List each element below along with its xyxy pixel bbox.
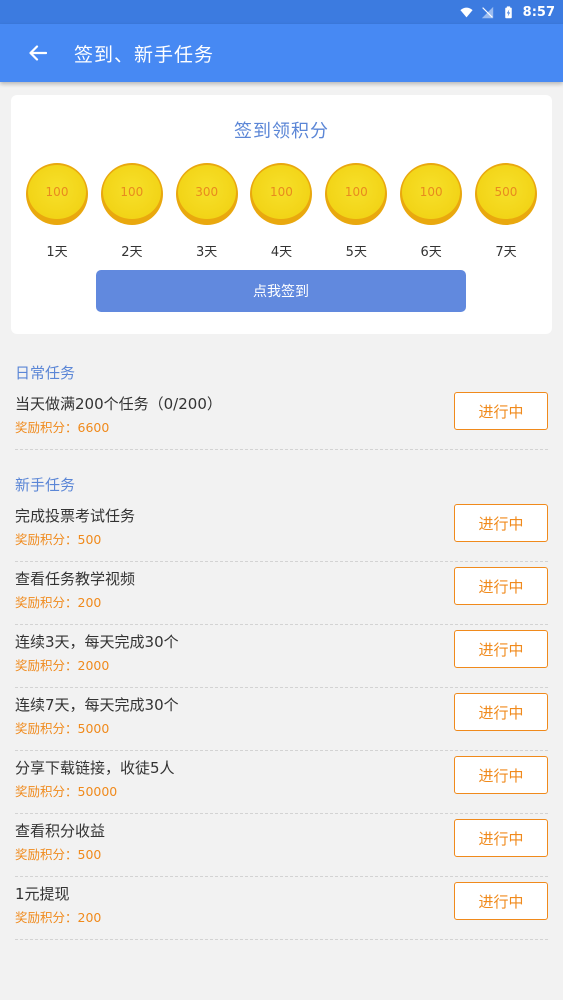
task-name: 查看任务教学视频 [15, 570, 136, 588]
task-name: 连续7天，每天完成30个 [15, 696, 179, 714]
task-status-button[interactable]: 进行中 [454, 392, 548, 430]
task-status-button[interactable]: 进行中 [454, 756, 548, 794]
day-label: 6天 [420, 245, 442, 260]
task-name: 查看积分收益 [15, 822, 106, 840]
task-name: 1元提现 [15, 885, 70, 903]
app-bar: 签到、新手任务 [0, 24, 563, 82]
arrow-left-icon [29, 45, 47, 61]
task-name: 完成投票考试任务 [15, 507, 136, 525]
coin-icon: 100 [325, 163, 388, 225]
coin-points: 100 [402, 165, 461, 219]
no-signal-icon [481, 6, 493, 18]
checkin-day-5: 100 5天 [325, 163, 388, 260]
task-status-button[interactable]: 进行中 [454, 567, 548, 605]
task-status-button[interactable]: 进行中 [454, 819, 548, 857]
task-row: 1元提现 奖励积分：200 进行中 [15, 876, 548, 940]
task-row: 分享下载链接，收徒5人 奖励积分：50000 进行中 [15, 750, 548, 814]
day-label: 1天 [46, 245, 68, 260]
checkin-days: 100 1天 100 2天 300 3天 100 4天 100 5天 100 6… [11, 163, 552, 260]
checkin-day-4: 100 4天 [250, 163, 313, 260]
task-name: 连续3天，每天完成30个 [15, 633, 179, 651]
day-label: 4天 [270, 245, 293, 260]
section-title-newbie: 新手任务 [15, 476, 76, 494]
page-title: 签到、新手任务 [74, 43, 215, 66]
battery-icon [504, 5, 512, 18]
coin-icon: 500 [474, 163, 537, 225]
task-reward: 奖励积分：500 [15, 532, 102, 547]
task-row: 当天做满200个任务（0/200） 奖励积分：6600 进行中 [15, 386, 548, 450]
task-reward: 奖励积分：2000 [15, 658, 110, 673]
task-reward: 奖励积分：200 [15, 910, 102, 925]
task-name: 当天做满200个任务（0/200） [15, 395, 222, 413]
task-reward: 奖励积分：50000 [15, 784, 118, 799]
coin-points: 500 [476, 165, 535, 219]
section-title-daily: 日常任务 [15, 364, 76, 382]
task-reward: 奖励积分：200 [15, 595, 102, 610]
task-status-button[interactable]: 进行中 [454, 882, 548, 920]
checkin-button[interactable]: 点我签到 [96, 270, 466, 312]
task-row: 连续7天，每天完成30个 奖励积分：5000 进行中 [15, 687, 548, 751]
task-reward: 奖励积分：5000 [15, 721, 110, 736]
coin-icon: 100 [250, 163, 313, 225]
back-button[interactable] [22, 37, 54, 69]
coin-points: 300 [177, 165, 236, 219]
task-status-button[interactable]: 进行中 [454, 630, 548, 668]
day-label: 5天 [345, 245, 367, 260]
task-status-button[interactable]: 进行中 [454, 504, 548, 542]
coin-icon: 100 [400, 163, 463, 225]
checkin-day-1: 100 1天 [26, 163, 88, 260]
task-row: 查看积分收益 奖励积分：500 进行中 [15, 813, 548, 877]
checkin-day-2: 100 2天 [100, 163, 163, 260]
status-bar: 8:57 [0, 0, 563, 24]
task-reward: 奖励积分：500 [15, 847, 102, 862]
coin-icon: 100 [100, 163, 163, 225]
wifi-icon [460, 7, 473, 17]
day-label: 3天 [196, 245, 218, 260]
coin-points: 100 [28, 165, 86, 219]
task-row: 完成投票考试任务 奖励积分：500 进行中 [15, 498, 548, 562]
checkin-day-3: 300 3天 [175, 163, 238, 260]
day-label: 2天 [121, 245, 143, 260]
task-status-button[interactable]: 进行中 [454, 693, 548, 731]
coin-points: 100 [102, 165, 161, 219]
task-reward: 奖励积分：6600 [15, 420, 110, 435]
task-name: 分享下载链接，收徒5人 [15, 759, 175, 777]
checkin-day-6: 100 6天 [400, 163, 463, 260]
status-time: 8:57 [522, 4, 555, 20]
task-row: 连续3天，每天完成30个 奖励积分：2000 进行中 [15, 624, 548, 688]
checkin-card: 签到领积分 100 1天 100 2天 300 3天 100 4天 100 5天… [11, 95, 552, 334]
task-row: 查看任务教学视频 奖励积分：200 进行中 [15, 561, 548, 625]
day-label: 7天 [495, 245, 517, 260]
coin-icon: 100 [26, 163, 88, 225]
coin-icon: 300 [175, 163, 238, 225]
coin-points: 100 [327, 165, 386, 219]
coin-points: 100 [252, 165, 311, 219]
checkin-title: 签到领积分 [234, 121, 329, 142]
checkin-day-7: 500 7天 [474, 163, 537, 260]
